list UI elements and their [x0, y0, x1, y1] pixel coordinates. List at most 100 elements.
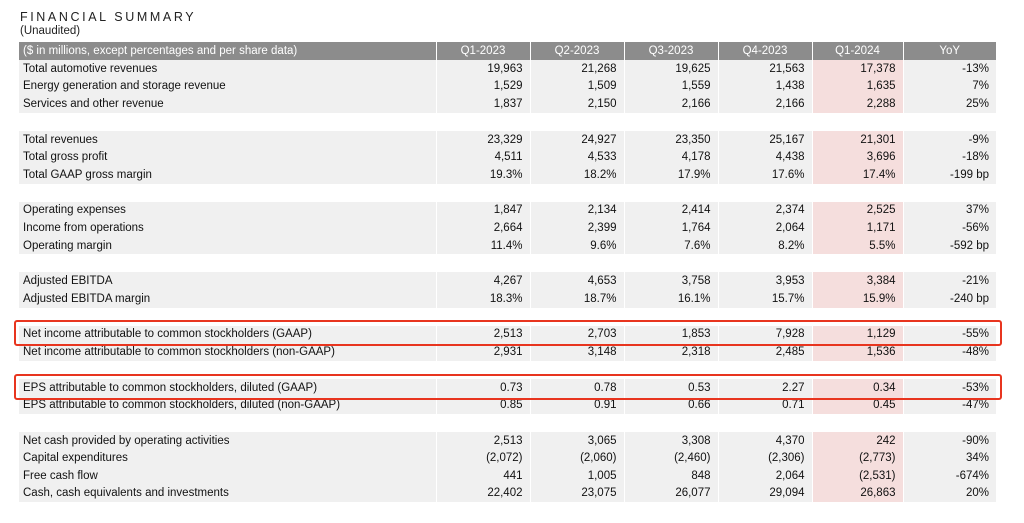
- table-cell: -9%: [903, 130, 996, 149]
- table-cell: 25%: [903, 95, 996, 113]
- table-cell: 11.4%: [436, 236, 531, 255]
- table-row: Free cash flow 441 1,005 848 2,064 (2,531) -67…: [19, 467, 996, 485]
- spacer-cell: [19, 183, 996, 202]
- row-label: Net income attributable to common stockh…: [19, 325, 437, 344]
- spacer-row: [19, 413, 996, 432]
- table-cell: 1,764: [624, 219, 719, 237]
- table-cell: 2,664: [436, 219, 531, 237]
- table-cell: (2,460): [624, 449, 719, 468]
- row-label: EPS attributable to common stockholders,…: [19, 378, 437, 397]
- table-cell: -13%: [903, 60, 996, 78]
- column-header: Q1-2024: [812, 42, 904, 60]
- table-cell: 2,513: [436, 325, 531, 344]
- table-cell: 1,847: [436, 201, 531, 220]
- table-row: Capital expenditures (2,072) (2,060) (2,460…: [19, 449, 996, 468]
- table-cell: 26,863: [812, 484, 904, 503]
- row-label: Total GAAP gross margin: [19, 165, 437, 184]
- table-cell: 1,853: [624, 325, 719, 344]
- spacer-cell: [19, 254, 996, 273]
- table-cell: 23,075: [530, 484, 625, 503]
- table-cell: -47%: [903, 396, 996, 414]
- table-row: Cash, cash equivalents and investments 22…: [19, 484, 996, 503]
- row-label: Free cash flow: [19, 467, 437, 485]
- page-title: FINANCIAL SUMMARY: [20, 10, 197, 24]
- table-cell: 18.3%: [436, 289, 531, 308]
- table-cell: 0.45: [812, 396, 904, 414]
- row-label: Total gross profit: [19, 148, 437, 166]
- table-row: Operating margin 11.4% 9.6% 7.6% 8.2% 5.5% -59…: [19, 236, 996, 255]
- table-cell: 22,402: [436, 484, 531, 503]
- spacer-row: [19, 112, 996, 131]
- table-cell: 23,350: [624, 130, 719, 149]
- table-cell: -674%: [903, 467, 996, 485]
- table-cell: 7,928: [718, 325, 813, 344]
- table-cell: 848: [624, 467, 719, 485]
- table-cell: 1,536: [812, 343, 904, 361]
- table-cell: 2,485: [718, 343, 813, 361]
- table-cell: 1,529: [436, 77, 531, 96]
- table-cell: 2,064: [718, 219, 813, 237]
- table-row: Total revenues 23,329 24,927 23,350 25,167 21…: [19, 130, 996, 149]
- row-label: Income from operations: [19, 219, 437, 237]
- table-cell: (2,060): [530, 449, 625, 468]
- table-cell: 2,166: [718, 95, 813, 113]
- table-cell: 7%: [903, 77, 996, 96]
- column-header: Q3-2023: [624, 42, 719, 60]
- column-header: ($ in millions, except percentages and p…: [19, 42, 437, 60]
- table-row: EPS attributable to common stockholders,…: [19, 396, 996, 414]
- table-cell: (2,072): [436, 449, 531, 468]
- table-row: Net income attributable to common stockh…: [19, 343, 996, 361]
- row-label: Adjusted EBITDA: [19, 272, 437, 290]
- table-cell: 26,077: [624, 484, 719, 503]
- table-cell: 4,178: [624, 148, 719, 166]
- table-cell: 2,399: [530, 219, 625, 237]
- table-cell: 23,329: [436, 130, 531, 149]
- table-cell: 19,625: [624, 60, 719, 78]
- table-cell: 2,374: [718, 201, 813, 220]
- table-cell: (2,773): [812, 449, 904, 468]
- table-cell: 242: [812, 431, 904, 450]
- table-cell: 4,533: [530, 148, 625, 166]
- table-cell: 24,927: [530, 130, 625, 149]
- table-cell: 2,288: [812, 95, 904, 113]
- table-cell: 19,963: [436, 60, 531, 78]
- table-body: Total automotive revenues 19,963 21,268 19,…: [19, 60, 996, 503]
- table-cell: 1,129: [812, 325, 904, 344]
- table-cell: 19.3%: [436, 165, 531, 184]
- table-cell: 7.6%: [624, 236, 719, 255]
- table-cell: 3,065: [530, 431, 625, 450]
- table-cell: 2.27: [718, 378, 813, 397]
- table-cell: 29,094: [718, 484, 813, 503]
- table-cell: 2,703: [530, 325, 625, 344]
- table-row: Total GAAP gross margin 19.3% 18.2% 17.9% 17…: [19, 165, 996, 184]
- row-label: Total revenues: [19, 130, 437, 149]
- spacer-cell: [19, 413, 996, 432]
- row-label: Operating margin: [19, 236, 437, 255]
- table-cell: 2,166: [624, 95, 719, 113]
- table-cell: 34%: [903, 449, 996, 468]
- table-cell: 1,509: [530, 77, 625, 96]
- table-cell: 8.2%: [718, 236, 813, 255]
- table-cell: 17.9%: [624, 165, 719, 184]
- table-cell: 1,438: [718, 77, 813, 96]
- table-cell: 1,005: [530, 467, 625, 485]
- column-header: Q1-2023: [436, 42, 531, 60]
- row-label: Operating expenses: [19, 201, 437, 220]
- table-cell: 2,134: [530, 201, 625, 220]
- table-cell: 4,370: [718, 431, 813, 450]
- table-cell: 0.53: [624, 378, 719, 397]
- table-cell: 9.6%: [530, 236, 625, 255]
- table-cell: 20%: [903, 484, 996, 503]
- table-cell: 17.4%: [812, 165, 904, 184]
- spacer-row: [19, 360, 996, 379]
- table-cell: 4,267: [436, 272, 531, 290]
- table-cell: -240 bp: [903, 289, 996, 308]
- table-cell: 4,438: [718, 148, 813, 166]
- table-cell: 37%: [903, 201, 996, 220]
- table-cell: 1,171: [812, 219, 904, 237]
- table-cell: 18.2%: [530, 165, 625, 184]
- table-cell: 1,635: [812, 77, 904, 96]
- table-row: Total gross profit 4,511 4,533 4,178 4,438 3,…: [19, 148, 996, 166]
- table-cell: 15.9%: [812, 289, 904, 308]
- table-cell: 2,931: [436, 343, 531, 361]
